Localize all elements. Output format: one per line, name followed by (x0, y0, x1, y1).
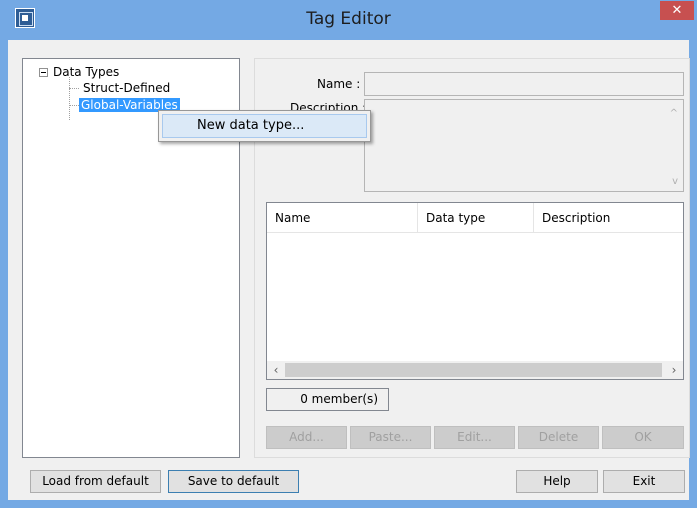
scrollbar-thumb[interactable] (285, 363, 662, 377)
collapse-icon[interactable] (39, 68, 48, 77)
title-bar[interactable]: Tag Editor ✕ (0, 0, 697, 40)
tree-connector-line (69, 88, 79, 89)
scroll-up-icon[interactable]: ^ (670, 108, 678, 119)
paste-member-button[interactable]: Paste... (350, 426, 431, 449)
menu-item-new-data-type[interactable]: New data type... (162, 114, 367, 138)
load-from-default-button[interactable]: Load from default (30, 470, 161, 493)
ok-button[interactable]: OK (602, 426, 684, 449)
name-field[interactable] (364, 72, 684, 96)
tree-item-label: Struct-Defined (83, 81, 171, 95)
delete-member-button[interactable]: Delete (518, 426, 599, 449)
context-menu: New data type... (158, 110, 371, 142)
tag-editor-window: Tag Editor ✕ Data Types Struct-Defined G… (0, 0, 697, 508)
members-list-header: Name Data type Description (267, 203, 683, 233)
tree-connector-line (69, 77, 70, 120)
scroll-left-icon[interactable]: ‹ (267, 361, 285, 379)
window-title: Tag Editor (306, 9, 391, 29)
column-header-data-type[interactable]: Data type (418, 203, 533, 233)
scroll-down-icon[interactable]: v (672, 176, 678, 187)
scroll-right-icon[interactable]: › (665, 361, 683, 379)
tree-item-label: Data Types (53, 65, 120, 79)
members-list[interactable]: Name Data type Description ‹ › (266, 202, 684, 380)
name-label: Name : (317, 77, 361, 91)
save-to-default-button[interactable]: Save to default (168, 470, 299, 493)
exit-button[interactable]: Exit (603, 470, 685, 493)
description-field[interactable]: ^ v (364, 99, 684, 192)
edit-member-button[interactable]: Edit... (434, 426, 515, 449)
member-count: 0 member(s) (266, 388, 389, 411)
tree-connector-line (69, 105, 79, 106)
tree-item-struct-defined[interactable]: Struct-Defined (83, 80, 170, 96)
close-button[interactable]: ✕ (660, 1, 694, 20)
column-header-name[interactable]: Name (267, 203, 417, 233)
add-member-button[interactable]: Add... (266, 426, 347, 449)
help-button[interactable]: Help (516, 470, 598, 493)
column-header-description[interactable]: Description (534, 203, 683, 233)
horizontal-scrollbar[interactable]: ‹ › (267, 361, 683, 379)
tree-item-data-types[interactable]: Data Types (53, 64, 119, 80)
